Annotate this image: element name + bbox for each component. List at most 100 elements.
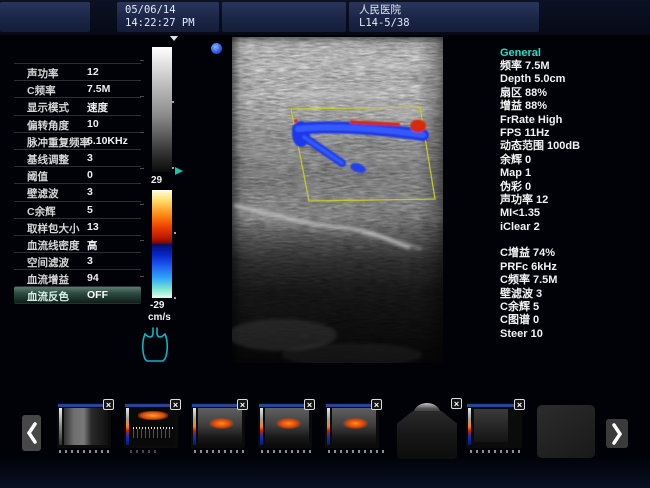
thumbnail-color-doppler[interactable]: ×: [325, 403, 379, 448]
param-value: 3: [87, 255, 93, 267]
ultrasound-image[interactable]: [232, 37, 443, 363]
probe-body: [397, 411, 457, 459]
thumb-colorbar: [260, 408, 263, 445]
imaging-settings-panel: General 频率 7.5M Depth 5.0cm 扇区 88% 增益 88…: [500, 46, 648, 341]
body-position-marker-icon[interactable]: [139, 326, 171, 369]
param-row-selected[interactable]: 血流反色OFF: [14, 286, 141, 303]
setting-line: 声功率 12: [500, 194, 648, 207]
param-value: 3: [87, 152, 93, 164]
param-row[interactable]: 阈值 0: [14, 166, 141, 183]
param-row[interactable]: 显示模式 速度: [14, 97, 141, 114]
param-value: 6.10KHz: [87, 135, 128, 147]
bar-marker-dot: [174, 297, 176, 299]
thumbnail-color-doppler[interactable]: ×: [258, 403, 312, 448]
setting-line: 壁滤波 3: [500, 288, 648, 301]
param-label: 阈值: [27, 169, 48, 184]
param-row[interactable]: C余辉 5: [14, 201, 141, 218]
thumb-colorbar: [327, 408, 330, 445]
param-value: 13: [87, 221, 99, 233]
param-value: 12: [87, 66, 99, 78]
param-row[interactable]: 血流增益94: [14, 269, 141, 286]
setting-line: 增益 88%: [500, 100, 648, 113]
ultrasound-screen: 05/06/14 14:22:27 PM 人民医院 L14-5/38 声功率12…: [0, 0, 650, 488]
thumb-image: [131, 408, 175, 445]
close-icon[interactable]: ×: [514, 399, 525, 410]
thumbnail-spectral[interactable]: ×: [124, 403, 178, 448]
close-icon[interactable]: ×: [237, 399, 248, 410]
param-label: 血流线密度: [27, 238, 80, 253]
close-icon[interactable]: ×: [451, 398, 462, 409]
param-label: 空间滤波: [27, 255, 69, 270]
thumbnail-bmode[interactable]: ×: [57, 403, 111, 448]
probe-model: L14-5/38: [359, 17, 539, 30]
param-row[interactable]: 基线调整 3: [14, 149, 141, 166]
thumbnail-probe-image[interactable]: ×: [395, 402, 459, 459]
param-value: 速度: [87, 100, 108, 115]
param-label: C频率: [27, 83, 56, 98]
bmode-doppler-image: [232, 37, 443, 363]
param-label: 偏转角度: [27, 118, 69, 133]
thumb-image: [474, 409, 508, 442]
thumb-filmstrip-dots: [59, 450, 109, 453]
param-label: 基线调整: [27, 152, 69, 167]
thumbnail-color-doppler[interactable]: ×: [191, 403, 245, 448]
doppler-color-bar: [152, 190, 172, 298]
param-value: 3: [87, 186, 93, 198]
thumbnail-small[interactable]: ×: [466, 403, 522, 448]
thumbnails-next-button[interactable]: [606, 419, 628, 448]
param-label: C余辉: [27, 204, 56, 219]
thumb-image: [332, 408, 376, 445]
hospital-name: 人民医院: [359, 4, 539, 17]
setting-line: PRFc 6kHz: [500, 261, 648, 274]
bottom-band: [0, 458, 650, 488]
param-label: 显示模式: [27, 100, 69, 115]
setting-line: 余辉 0: [500, 154, 648, 167]
thumb-colorbar: [193, 408, 196, 445]
settings-section-title: General: [500, 46, 648, 60]
setting-line: 动态范围 100dB: [500, 140, 648, 153]
param-row[interactable]: 血流线密度高: [14, 235, 141, 252]
setting-line: FPS 11Hz: [500, 127, 648, 140]
ruler-tick: [140, 240, 144, 241]
topbar-empty-box-mid: [222, 2, 346, 32]
doppler-streak: [138, 411, 169, 420]
param-row[interactable]: C频率7.5M: [14, 80, 141, 97]
setting-line: FrRate High: [500, 114, 648, 127]
thumb-titlebar: [467, 404, 521, 407]
doppler-parameter-panel: 声功率12 C频率7.5M 显示模式 速度 偏转角度 10 脉冲重复频率6.10KH…: [14, 63, 141, 304]
ruler-tick: [140, 132, 144, 133]
setting-line: 伪彩 0: [500, 181, 648, 194]
param-value: OFF: [87, 289, 108, 301]
param-row[interactable]: 声功率12: [14, 63, 141, 80]
hospital-box: 人民医院 L14-5/38: [349, 2, 539, 32]
close-icon[interactable]: ×: [170, 399, 181, 410]
close-icon[interactable]: ×: [103, 399, 114, 410]
thumbnail-empty-slot[interactable]: [537, 405, 595, 458]
thumb-filmstrip-dots: [261, 450, 313, 453]
param-label: 取样包大小: [27, 221, 80, 236]
status-dot-icon: [211, 43, 222, 54]
param-label: 脉冲重复频率: [27, 135, 90, 150]
param-value: 高: [87, 238, 98, 253]
param-row[interactable]: 脉冲重复频率6.10KHz: [14, 132, 141, 149]
param-value: 10: [87, 118, 99, 130]
param-value: 0: [87, 169, 93, 181]
ruler-tick: [140, 96, 144, 97]
thumb-image: [64, 408, 108, 445]
date-text: 05/06/14: [125, 4, 219, 17]
param-value: 5: [87, 204, 93, 216]
param-row[interactable]: 空间滤波 3: [14, 252, 141, 269]
focus-position-icon[interactable]: [173, 163, 185, 181]
setting-line: iClear 2: [500, 221, 648, 234]
close-icon[interactable]: ×: [371, 399, 382, 410]
datetime-box: 05/06/14 14:22:27 PM: [117, 2, 219, 32]
doppler-blob: [276, 418, 300, 429]
bar-marker-dot: [174, 232, 176, 234]
param-row[interactable]: 取样包大小 13: [14, 218, 141, 235]
param-row[interactable]: 壁滤波3: [14, 183, 141, 200]
param-row[interactable]: 偏转角度 10: [14, 115, 141, 132]
setting-line: 扇区 88%: [500, 87, 648, 100]
close-icon[interactable]: ×: [304, 399, 315, 410]
thumbnails-prev-button[interactable]: [22, 415, 41, 451]
time-text: 14:22:27 PM: [125, 17, 219, 30]
